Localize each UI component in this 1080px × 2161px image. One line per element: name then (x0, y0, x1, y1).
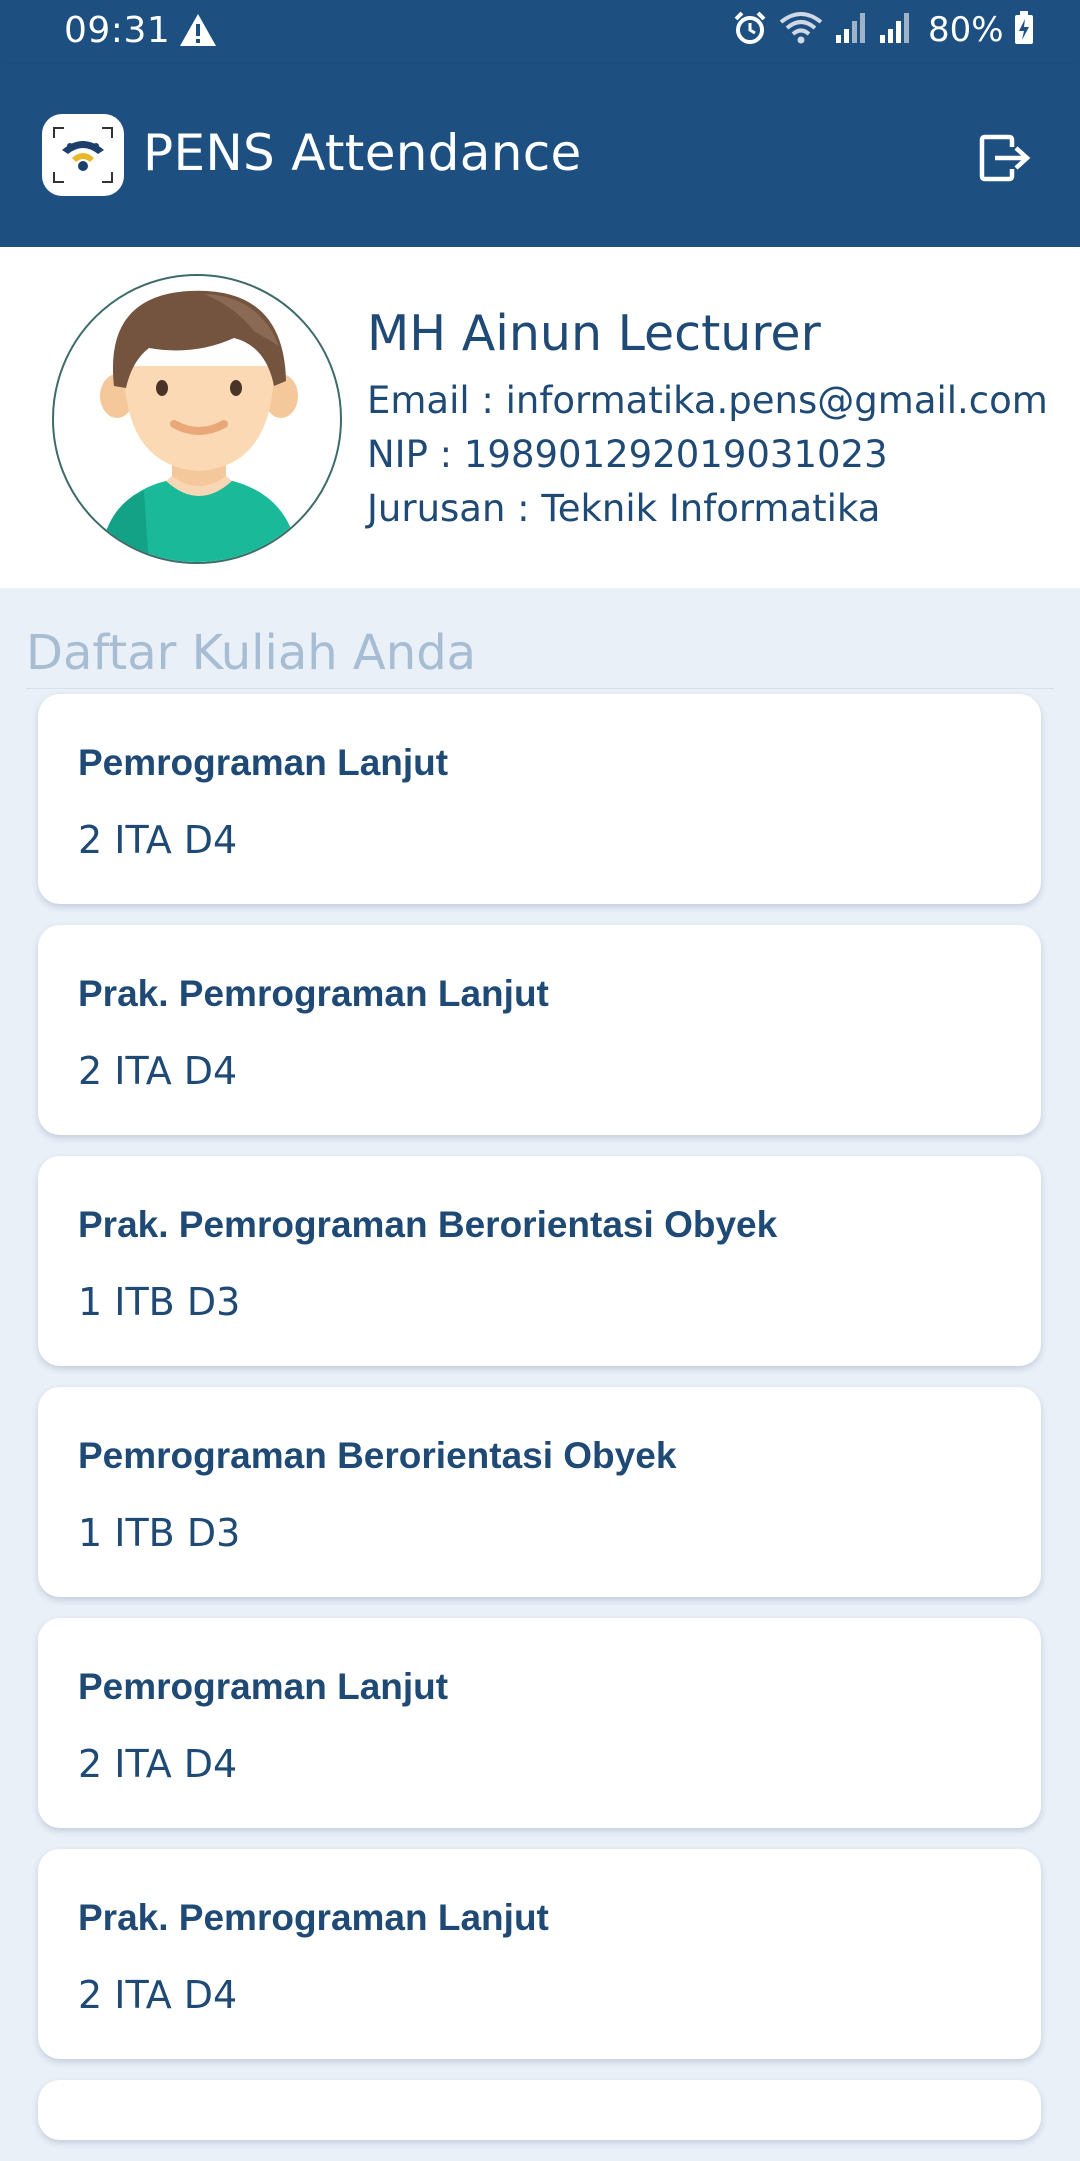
course-card-partial[interactable] (38, 2080, 1041, 2140)
status-icons: 80% (732, 10, 1034, 50)
course-name: Prak. Pemrograman Berorientasi Obyek (78, 1204, 778, 1245)
status-time: 09:31 (64, 10, 171, 51)
avatar (52, 274, 342, 564)
app-title: PENS Attendance (143, 124, 582, 182)
app-bar: PENS Attendance (0, 64, 1080, 247)
course-name: Prak. Pemrograman Lanjut (78, 1897, 549, 1938)
battery-charging-icon (1014, 11, 1034, 49)
alarm-icon (732, 10, 768, 50)
course-class: 1 ITB D3 (78, 1280, 241, 1324)
section-title: Daftar Kuliah Anda (26, 625, 477, 681)
profile-card: MH Ainun Lecturer Email : informatika.pe… (0, 247, 1080, 588)
course-name: Pemrograman Lanjut (78, 742, 449, 783)
warning-icon (178, 12, 218, 48)
course-card[interactable]: Prak. Pemrograman Berorientasi Obyek 1 I… (38, 1156, 1041, 1366)
course-name: Pemrograman Berorientasi Obyek (78, 1435, 677, 1476)
app-logo-icon (42, 114, 124, 196)
profile-email: Email : informatika.pens@gmail.com (367, 379, 1048, 422)
profile-info: MH Ainun Lecturer Email : informatika.pe… (367, 305, 1048, 536)
course-class: 2 ITA D4 (78, 1742, 238, 1786)
course-card[interactable]: Pemrograman Lanjut 2 ITA D4 (38, 1618, 1041, 1828)
course-card[interactable]: Prak. Pemrograman Lanjut 2 ITA D4 (38, 925, 1041, 1135)
course-card[interactable]: Pemrograman Berorientasi Obyek 1 ITB D3 (38, 1387, 1041, 1597)
course-class: 2 ITA D4 (78, 1049, 238, 1093)
course-class: 1 ITB D3 (78, 1511, 241, 1555)
wifi-icon (778, 10, 824, 50)
signal-icon (878, 11, 912, 49)
battery-percentage: 80% (928, 10, 1004, 50)
course-card[interactable]: Prak. Pemrograman Lanjut 2 ITA D4 (38, 1849, 1041, 2059)
logout-button[interactable] (975, 130, 1035, 186)
logout-icon (979, 134, 1031, 182)
course-card[interactable]: Pemrograman Lanjut 2 ITA D4 (38, 694, 1041, 904)
section-divider (26, 688, 1054, 689)
signal-icon (834, 11, 868, 49)
profile-name: MH Ainun Lecturer (367, 305, 821, 362)
status-bar: 09:31 80% (0, 0, 1080, 64)
course-class: 2 ITA D4 (78, 818, 238, 862)
profile-nip: NIP : 198901292019031023 (367, 433, 888, 476)
course-name: Pemrograman Lanjut (78, 1666, 449, 1707)
profile-jurusan: Jurusan : Teknik Informatika (367, 487, 881, 530)
course-list: Pemrograman Lanjut 2 ITA D4 Prak. Pemrog… (38, 694, 1041, 2161)
course-class: 2 ITA D4 (78, 1973, 238, 2017)
course-name: Prak. Pemrograman Lanjut (78, 973, 549, 1014)
